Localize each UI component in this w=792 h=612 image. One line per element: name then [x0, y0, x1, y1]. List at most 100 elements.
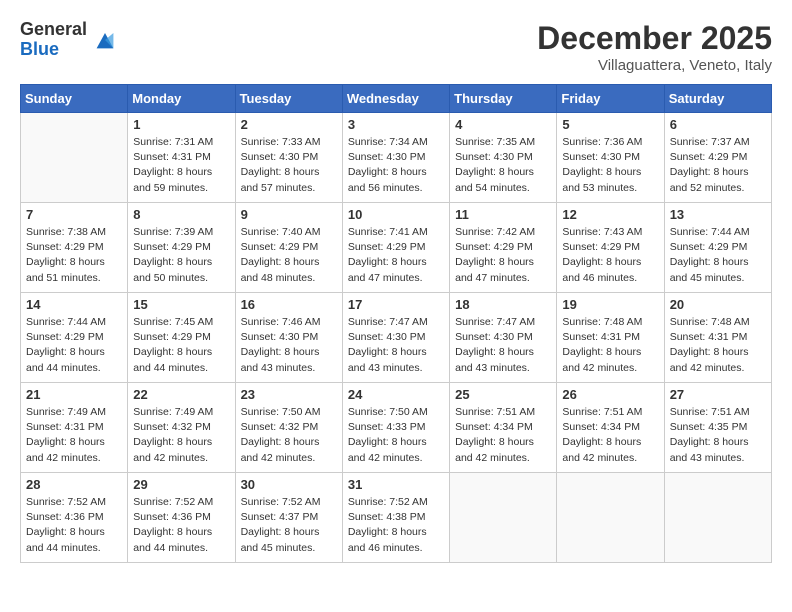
day-number: 21	[26, 387, 122, 402]
day-number: 24	[348, 387, 444, 402]
day-cell	[21, 113, 128, 203]
day-info: Sunrise: 7:45 AM Sunset: 4:29 PM Dayligh…	[133, 315, 229, 376]
day-info: Sunrise: 7:47 AM Sunset: 4:30 PM Dayligh…	[455, 315, 551, 376]
day-cell: 29 Sunrise: 7:52 AM Sunset: 4:36 PM Dayl…	[128, 473, 235, 563]
day-cell: 8 Sunrise: 7:39 AM Sunset: 4:29 PM Dayli…	[128, 203, 235, 293]
day-info: Sunrise: 7:42 AM Sunset: 4:29 PM Dayligh…	[455, 225, 551, 286]
day-cell: 6 Sunrise: 7:37 AM Sunset: 4:29 PM Dayli…	[664, 113, 771, 203]
day-info: Sunrise: 7:52 AM Sunset: 4:37 PM Dayligh…	[241, 495, 337, 556]
day-cell: 10 Sunrise: 7:41 AM Sunset: 4:29 PM Dayl…	[342, 203, 449, 293]
day-cell	[664, 473, 771, 563]
day-cell: 7 Sunrise: 7:38 AM Sunset: 4:29 PM Dayli…	[21, 203, 128, 293]
day-number: 6	[670, 117, 766, 132]
day-number: 19	[562, 297, 658, 312]
day-number: 25	[455, 387, 551, 402]
day-info: Sunrise: 7:52 AM Sunset: 4:38 PM Dayligh…	[348, 495, 444, 556]
day-number: 11	[455, 207, 551, 222]
day-cell: 9 Sunrise: 7:40 AM Sunset: 4:29 PM Dayli…	[235, 203, 342, 293]
day-cell: 12 Sunrise: 7:43 AM Sunset: 4:29 PM Dayl…	[557, 203, 664, 293]
day-number: 23	[241, 387, 337, 402]
day-cell: 1 Sunrise: 7:31 AM Sunset: 4:31 PM Dayli…	[128, 113, 235, 203]
day-info: Sunrise: 7:51 AM Sunset: 4:34 PM Dayligh…	[455, 405, 551, 466]
week-row-5: 28 Sunrise: 7:52 AM Sunset: 4:36 PM Dayl…	[21, 473, 772, 563]
day-number: 29	[133, 477, 229, 492]
day-cell: 25 Sunrise: 7:51 AM Sunset: 4:34 PM Dayl…	[450, 383, 557, 473]
day-cell: 27 Sunrise: 7:51 AM Sunset: 4:35 PM Dayl…	[664, 383, 771, 473]
day-info: Sunrise: 7:37 AM Sunset: 4:29 PM Dayligh…	[670, 135, 766, 196]
day-number: 12	[562, 207, 658, 222]
day-cell: 15 Sunrise: 7:45 AM Sunset: 4:29 PM Dayl…	[128, 293, 235, 383]
week-row-1: 1 Sunrise: 7:31 AM Sunset: 4:31 PM Dayli…	[21, 113, 772, 203]
day-info: Sunrise: 7:52 AM Sunset: 4:36 PM Dayligh…	[26, 495, 122, 556]
day-cell: 30 Sunrise: 7:52 AM Sunset: 4:37 PM Dayl…	[235, 473, 342, 563]
day-info: Sunrise: 7:39 AM Sunset: 4:29 PM Dayligh…	[133, 225, 229, 286]
day-number: 28	[26, 477, 122, 492]
day-number: 16	[241, 297, 337, 312]
day-number: 22	[133, 387, 229, 402]
column-header-sunday: Sunday	[21, 85, 128, 113]
day-info: Sunrise: 7:49 AM Sunset: 4:31 PM Dayligh…	[26, 405, 122, 466]
day-cell: 28 Sunrise: 7:52 AM Sunset: 4:36 PM Dayl…	[21, 473, 128, 563]
day-info: Sunrise: 7:50 AM Sunset: 4:32 PM Dayligh…	[241, 405, 337, 466]
week-row-3: 14 Sunrise: 7:44 AM Sunset: 4:29 PM Dayl…	[21, 293, 772, 383]
day-number: 30	[241, 477, 337, 492]
day-info: Sunrise: 7:43 AM Sunset: 4:29 PM Dayligh…	[562, 225, 658, 286]
day-cell: 20 Sunrise: 7:48 AM Sunset: 4:31 PM Dayl…	[664, 293, 771, 383]
day-cell: 31 Sunrise: 7:52 AM Sunset: 4:38 PM Dayl…	[342, 473, 449, 563]
day-cell: 26 Sunrise: 7:51 AM Sunset: 4:34 PM Dayl…	[557, 383, 664, 473]
day-cell: 24 Sunrise: 7:50 AM Sunset: 4:33 PM Dayl…	[342, 383, 449, 473]
day-cell: 2 Sunrise: 7:33 AM Sunset: 4:30 PM Dayli…	[235, 113, 342, 203]
day-number: 3	[348, 117, 444, 132]
column-header-wednesday: Wednesday	[342, 85, 449, 113]
day-info: Sunrise: 7:46 AM Sunset: 4:30 PM Dayligh…	[241, 315, 337, 376]
day-cell	[557, 473, 664, 563]
day-number: 17	[348, 297, 444, 312]
day-number: 27	[670, 387, 766, 402]
day-cell	[450, 473, 557, 563]
day-number: 8	[133, 207, 229, 222]
column-header-thursday: Thursday	[450, 85, 557, 113]
title-block: December 2025 Villaguattera, Veneto, Ita…	[537, 20, 772, 74]
day-number: 31	[348, 477, 444, 492]
day-number: 10	[348, 207, 444, 222]
day-info: Sunrise: 7:31 AM Sunset: 4:31 PM Dayligh…	[133, 135, 229, 196]
day-info: Sunrise: 7:44 AM Sunset: 4:29 PM Dayligh…	[26, 315, 122, 376]
page-header: General Blue December 2025 Villaguattera…	[20, 20, 772, 74]
day-info: Sunrise: 7:38 AM Sunset: 4:29 PM Dayligh…	[26, 225, 122, 286]
day-number: 9	[241, 207, 337, 222]
day-info: Sunrise: 7:40 AM Sunset: 4:29 PM Dayligh…	[241, 225, 337, 286]
day-number: 7	[26, 207, 122, 222]
day-cell: 4 Sunrise: 7:35 AM Sunset: 4:30 PM Dayli…	[450, 113, 557, 203]
column-header-monday: Monday	[128, 85, 235, 113]
column-header-tuesday: Tuesday	[235, 85, 342, 113]
day-cell: 22 Sunrise: 7:49 AM Sunset: 4:32 PM Dayl…	[128, 383, 235, 473]
day-cell: 14 Sunrise: 7:44 AM Sunset: 4:29 PM Dayl…	[21, 293, 128, 383]
day-cell: 16 Sunrise: 7:46 AM Sunset: 4:30 PM Dayl…	[235, 293, 342, 383]
day-info: Sunrise: 7:44 AM Sunset: 4:29 PM Dayligh…	[670, 225, 766, 286]
day-info: Sunrise: 7:48 AM Sunset: 4:31 PM Dayligh…	[670, 315, 766, 376]
logo: General Blue	[20, 20, 119, 60]
day-info: Sunrise: 7:35 AM Sunset: 4:30 PM Dayligh…	[455, 135, 551, 196]
day-number: 4	[455, 117, 551, 132]
week-row-2: 7 Sunrise: 7:38 AM Sunset: 4:29 PM Dayli…	[21, 203, 772, 293]
day-number: 18	[455, 297, 551, 312]
day-info: Sunrise: 7:34 AM Sunset: 4:30 PM Dayligh…	[348, 135, 444, 196]
day-cell: 23 Sunrise: 7:50 AM Sunset: 4:32 PM Dayl…	[235, 383, 342, 473]
day-info: Sunrise: 7:49 AM Sunset: 4:32 PM Dayligh…	[133, 405, 229, 466]
calendar-table: SundayMondayTuesdayWednesdayThursdayFrid…	[20, 84, 772, 563]
day-cell: 3 Sunrise: 7:34 AM Sunset: 4:30 PM Dayli…	[342, 113, 449, 203]
day-cell: 17 Sunrise: 7:47 AM Sunset: 4:30 PM Dayl…	[342, 293, 449, 383]
day-info: Sunrise: 7:47 AM Sunset: 4:30 PM Dayligh…	[348, 315, 444, 376]
day-info: Sunrise: 7:50 AM Sunset: 4:33 PM Dayligh…	[348, 405, 444, 466]
day-cell: 21 Sunrise: 7:49 AM Sunset: 4:31 PM Dayl…	[21, 383, 128, 473]
day-number: 14	[26, 297, 122, 312]
day-info: Sunrise: 7:36 AM Sunset: 4:30 PM Dayligh…	[562, 135, 658, 196]
day-cell: 18 Sunrise: 7:47 AM Sunset: 4:30 PM Dayl…	[450, 293, 557, 383]
day-number: 13	[670, 207, 766, 222]
day-number: 5	[562, 117, 658, 132]
day-number: 26	[562, 387, 658, 402]
month-title: December 2025	[537, 20, 772, 57]
column-header-saturday: Saturday	[664, 85, 771, 113]
day-number: 1	[133, 117, 229, 132]
day-number: 2	[241, 117, 337, 132]
